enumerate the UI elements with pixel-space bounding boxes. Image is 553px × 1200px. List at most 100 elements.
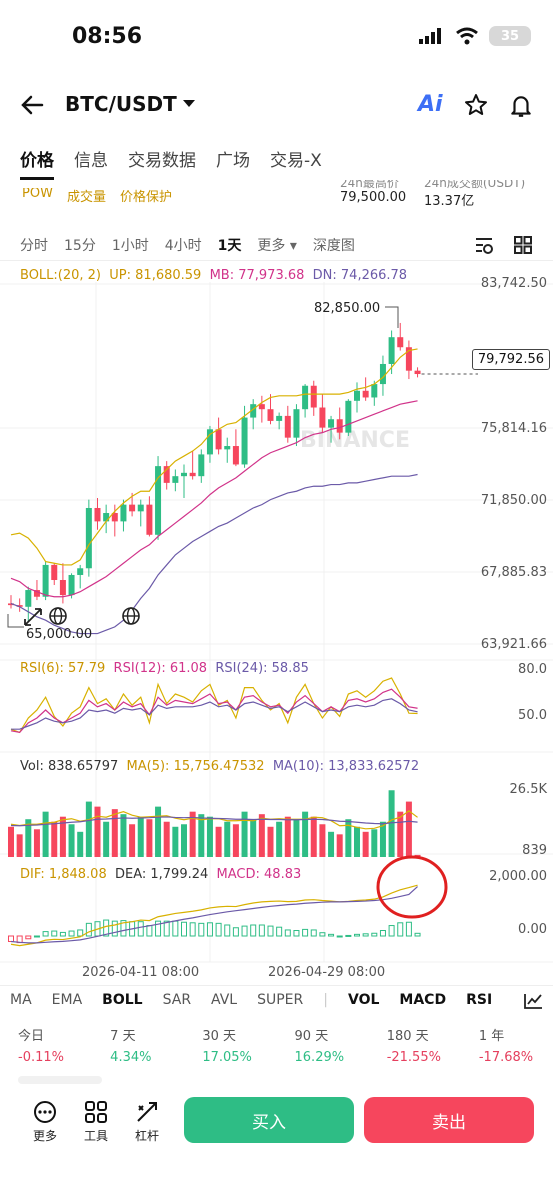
tab-trading-data[interactable]: 交易数据 [128,146,196,180]
rsi-legend: RSI(6): 57.79 RSI(12): 61.08 RSI(24): 58… [20,661,309,676]
vol-tick: 839 [522,843,547,858]
indicator-sar[interactable]: SAR [153,992,201,1008]
volume-bar [94,806,101,857]
interval-1d[interactable]: 1天 [218,235,242,255]
macd-tick: 2,000.00 [489,869,547,884]
volume-bar [16,834,23,857]
volume-bar [319,824,326,857]
candle-body [232,446,239,465]
macd-bar [181,921,187,937]
candle-body [224,446,231,450]
tab-info[interactable]: 信息 [74,146,108,180]
volume-bar [241,811,248,857]
volume-bar [258,814,265,857]
candle-body [345,400,352,433]
price-tick: 67,885.83 [480,565,547,580]
indicator-macd[interactable]: MACD [389,992,456,1008]
macd-dif-line [10,884,418,947]
high-24h-label: 24h最高价 [340,176,399,190]
candle-body [85,507,92,569]
tab-trade-x[interactable]: 交易-X [270,146,322,180]
macd-bar [371,932,378,937]
candle-body [319,407,326,428]
leverage-tool[interactable]: 杠杆 [127,1100,167,1144]
indicator-rsi[interactable]: RSI [456,992,502,1008]
volume-bar [129,824,136,857]
date-label: 2026-04-11 08:00 [82,965,200,980]
tag-volume[interactable]: 成交量 [67,186,106,205]
tab-price[interactable]: 价格 [20,146,54,180]
indicator-avl[interactable]: AVL [201,992,247,1008]
back-arrow-icon[interactable] [20,94,44,116]
rsi12-value: RSI(12): 61.08 [113,661,208,676]
interval-4h[interactable]: 4小时 [165,235,202,255]
chart-settings-icon[interactable] [474,236,494,254]
candle-body [172,476,179,483]
perf-90d: 90 天 16.29% [294,1029,345,1065]
indicator-boll[interactable]: BOLL [92,992,152,1008]
candle-body [120,504,127,522]
tab-square[interactable]: 广场 [216,146,250,180]
interval-timeshare[interactable]: 分时 [20,235,48,255]
volume-bar [206,816,213,857]
volume-bar [310,816,317,857]
macd-bar [302,928,309,937]
vol-ma10-value: MA(10): 13,833.62572 [272,759,420,774]
interval-15m[interactable]: 15分 [64,235,96,255]
star-icon[interactable] [463,93,489,117]
volume-bar [224,821,231,857]
macd-bar [198,922,205,937]
tools-tool[interactable]: 工具 [76,1100,116,1144]
indicator-settings-icon[interactable] [523,992,543,1010]
macd-dif-value: DIF: 1,848.08 [20,867,107,882]
perf-1y: 1 年 -17.68% [478,1029,534,1065]
chart-grid [0,282,553,963]
macd-bar [172,920,179,937]
indicator-super[interactable]: SUPER [247,992,313,1008]
ai-icon[interactable]: Ai [418,92,443,117]
macd-bar [241,925,248,937]
candle-body [397,337,404,348]
depth-chart-tab[interactable]: 深度图 [313,235,355,255]
interval-more[interactable]: 更多 ▾ [257,235,296,255]
volume-bar [328,831,335,857]
globe-icon-2[interactable] [121,606,141,626]
high-marker-line [385,306,399,328]
price-tick: 83,742.50 [480,276,547,291]
candle-body [51,564,58,580]
candle-body [103,513,110,522]
indicator-ema[interactable]: EMA [42,992,93,1008]
buy-button[interactable]: 买入 [184,1097,354,1143]
volume-bar [85,801,92,857]
fullscreen-icon[interactable] [22,606,44,628]
leverage-icon [137,1102,157,1122]
macd-bar [189,922,196,937]
candles-group [8,322,421,622]
macd-bar [25,935,32,940]
last-price-box: 79,792.56 [471,349,550,370]
candle-body [354,390,360,401]
volume-bar [68,824,75,857]
status-time: 08:56 [72,24,143,49]
interval-1h[interactable]: 1小时 [112,235,149,255]
boll-dn-line [10,473,418,635]
indicator-ma[interactable]: MA [0,992,42,1008]
wifi-icon [456,27,478,45]
globe-icon[interactable] [48,606,68,626]
macd-bar [59,931,66,937]
macd-bar [276,926,283,937]
macd-bar [33,935,40,938]
macd-group [8,884,421,947]
pair-selector[interactable]: BTC/USDT [65,92,195,116]
indicator-vol[interactable]: VOL [338,992,389,1008]
layout-grid-icon[interactable] [514,236,532,254]
bell-icon[interactable] [508,93,534,119]
tag-pow[interactable]: POW [22,186,53,205]
vol-24h-label: 24h成交额(USDT) [424,176,526,190]
tag-price-protect[interactable]: 价格保护 [120,186,172,205]
volume-bar [77,831,84,857]
more-tool[interactable]: 更多 [25,1100,65,1144]
macd-bar [137,921,144,937]
sell-button[interactable]: 卖出 [364,1097,534,1143]
macd-bar [284,929,291,937]
